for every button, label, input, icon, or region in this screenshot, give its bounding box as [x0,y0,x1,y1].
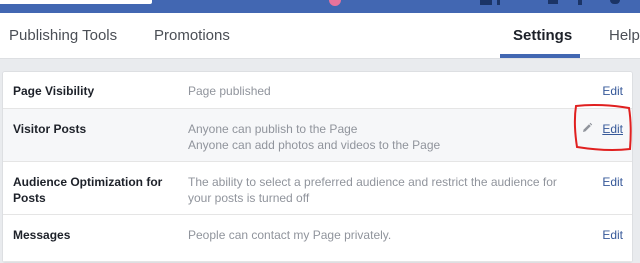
row-value-line: People can contact my Page privately. [188,228,392,242]
edit-link[interactable]: Edit [602,174,623,190]
edit-link[interactable]: Edit [602,227,623,243]
row-label: Page Visibility [13,84,95,98]
settings-row-visitor-posts[interactable]: Visitor Posts Anyone can publish to the … [3,109,632,162]
top-navigation-bar [0,0,640,13]
friends-icon[interactable] [480,0,492,5]
profile-avatar-icon[interactable] [329,0,341,6]
settings-row-page-visibility[interactable]: Page Visibility Page published Edit [3,72,632,109]
messenger-icon[interactable] [548,0,558,4]
red-annotation-outline [573,103,632,152]
tab-publishing-tools[interactable]: Publishing Tools [9,13,117,58]
tab-help[interactable]: Help [609,13,640,58]
settings-row-messages[interactable]: Messages People can contact my Page priv… [3,215,632,262]
search-bar[interactable] [0,0,152,4]
row-value-line: your posts is turned off [188,191,310,205]
active-tab-indicator [500,54,580,58]
tab-settings[interactable]: Settings [513,13,572,58]
help-icon[interactable] [610,0,620,4]
row-label: Audience Optimization for Posts [13,175,163,205]
divider-icon [497,0,500,5]
row-value-line: The ability to select a preferred audien… [188,175,557,189]
row-value-line: Page published [188,84,271,98]
row-label: Messages [13,228,71,242]
edit-link[interactable]: Edit [602,83,623,99]
row-label: Visitor Posts [13,122,87,136]
page-tabs-bar: Publishing Tools Promotions Settings Hel… [0,13,640,59]
settings-row-audience-optimization[interactable]: Audience Optimization for Posts The abil… [3,162,632,215]
row-value-line: Anyone can publish to the Page [188,122,358,136]
notifications-icon[interactable] [578,0,582,5]
row-value-line: Anyone can add photos and videos to the … [188,138,441,152]
general-settings-panel: Page Visibility Page published Edit Visi… [2,71,633,263]
tab-promotions[interactable]: Promotions [154,13,230,58]
